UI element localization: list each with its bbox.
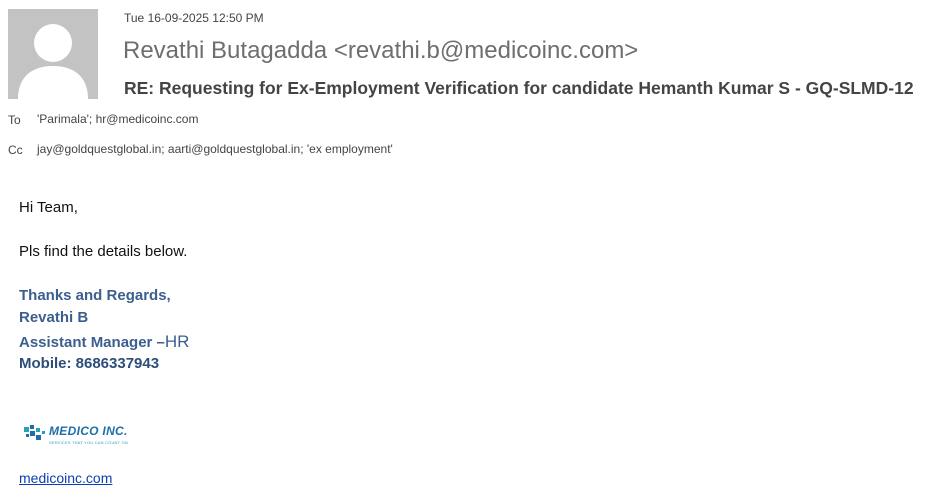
logo-tagline: SERVICES THAT YOU CAN COUNT ON bbox=[49, 440, 128, 445]
person-icon bbox=[18, 24, 88, 99]
message-greeting: Hi Team, bbox=[19, 199, 78, 216]
to-label: To bbox=[8, 113, 21, 127]
signature-title: Assistant Manager –HR bbox=[19, 332, 189, 352]
logo-mark-icon bbox=[24, 425, 45, 440]
signature-title-text: Assistant Manager – bbox=[19, 334, 165, 351]
signature-name: Revathi B bbox=[19, 309, 89, 326]
cc-label: Cc bbox=[8, 143, 23, 157]
signature-department: HR bbox=[164, 332, 190, 351]
logo-name: MEDICO INC. bbox=[49, 424, 128, 438]
email-subject: RE: Requesting for Ex-Employment Verific… bbox=[124, 78, 914, 98]
message-details: Pls find the details below. bbox=[19, 243, 188, 260]
to-recipients: 'Parimala'; hr@medicoinc.com bbox=[37, 112, 199, 126]
company-logo: MEDICO INC. SERVICES THAT YOU CAN COUNT … bbox=[22, 421, 130, 451]
sent-date: Tue 16-09-2025 12:50 PM bbox=[124, 11, 264, 25]
sender-name: Revathi Butagadda <revathi.b@medicoinc.c… bbox=[123, 37, 639, 64]
signature-thanks: Thanks and Regards, bbox=[19, 287, 171, 304]
company-website-link[interactable]: medicoinc.com bbox=[19, 470, 112, 486]
sender-avatar bbox=[8, 9, 98, 99]
cc-recipients: jay@goldquestglobal.in; aarti@goldquestg… bbox=[37, 142, 393, 156]
signature-mobile: Mobile: 8686337943 bbox=[19, 355, 160, 372]
